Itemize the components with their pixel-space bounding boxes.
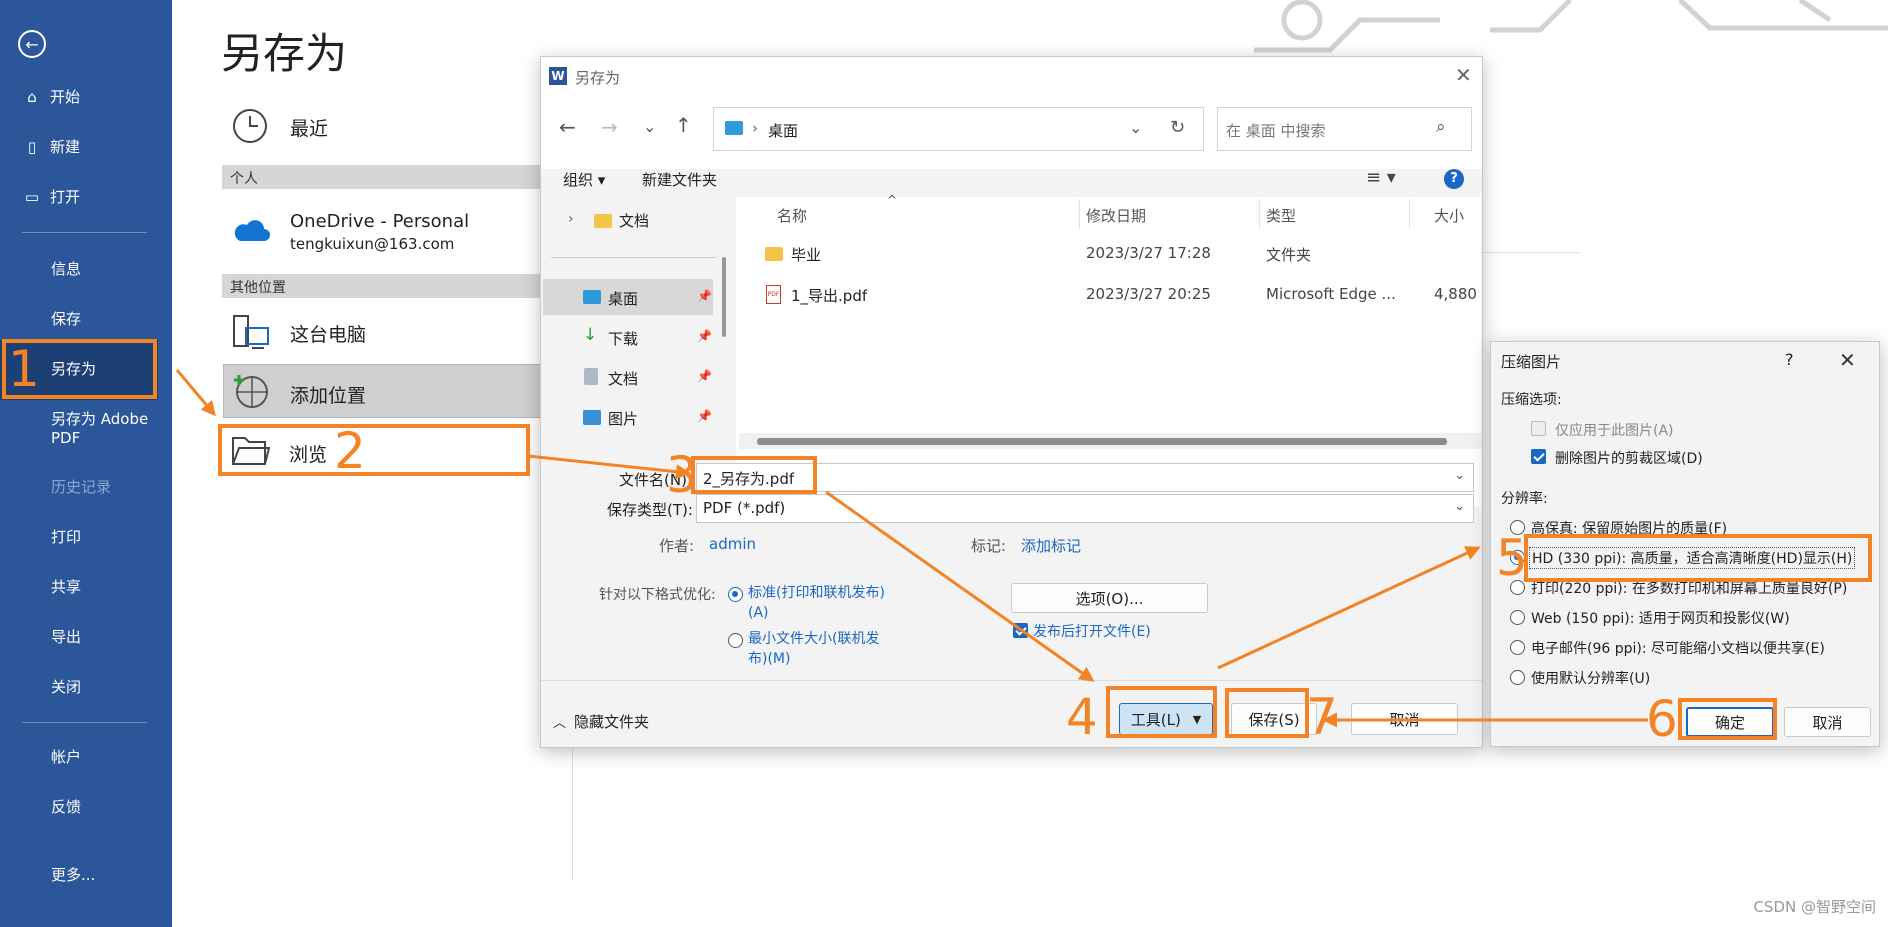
- step-4-highlight: [1106, 686, 1217, 738]
- step-5-highlight: [1524, 534, 1872, 582]
- watermark: CSDN @智野空间: [1753, 898, 1876, 916]
- step-4-number: 4: [1066, 688, 1098, 746]
- step-2-number: 2: [334, 422, 366, 480]
- arrow-step-4-to-5: [1217, 546, 1481, 670]
- arrow-step-1-to-2: [175, 369, 216, 417]
- step-7-number: 7: [1306, 688, 1338, 746]
- arrow-step-3-to-4: [825, 490, 1095, 682]
- step-3-number: 3: [666, 446, 698, 504]
- step-7-highlight: [1225, 688, 1309, 738]
- step-3-highlight: [691, 456, 817, 494]
- step-1-number: 1: [8, 340, 40, 398]
- step-6-number: 6: [1646, 690, 1678, 748]
- arrow-step-2-to-3: [527, 454, 691, 480]
- step-5-number: 5: [1496, 529, 1528, 587]
- step-6-highlight: [1678, 698, 1777, 740]
- step-2-highlight: [218, 424, 530, 476]
